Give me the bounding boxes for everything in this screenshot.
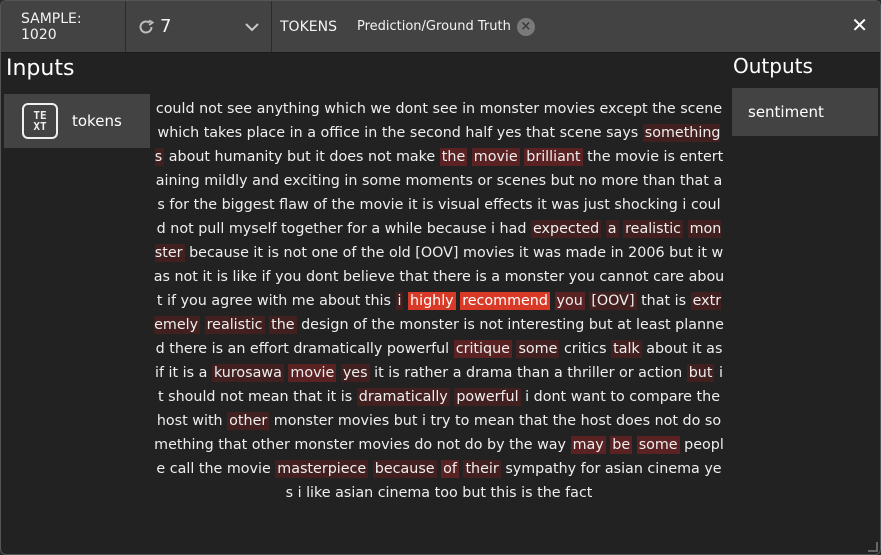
highlighted-token: because [372,460,437,478]
highlighted-token: some [516,340,560,358]
close-icon[interactable]: ✕ [851,15,868,35]
highlighted-token: talk [611,340,642,358]
highlighted-token: critique [453,340,512,358]
highlighted-token: expected [531,220,602,238]
highlighted-token: highly [408,292,456,310]
highlighted-token: may [570,436,606,454]
highlighted-token: recommend [460,292,550,310]
highlighted-token: kurosawa [211,364,284,382]
token-run: that is [636,293,691,309]
chip-label: Prediction/Ground Truth [356,19,511,34]
highlighted-token: yes [340,364,370,382]
sample-indicator: SAMPLE: 1020 [1,1,126,52]
chevron-down-icon [245,22,259,31]
highlighted-token: the [269,316,297,334]
chip-remove-icon[interactable]: × [516,17,535,36]
highlighted-token: but [686,364,715,382]
input-item-label: tokens [72,112,122,130]
highlighted-token: some [636,436,680,454]
highlighted-token: a [605,220,619,238]
highlighted-token: be [610,436,633,454]
token-run [683,221,688,237]
prediction-chip[interactable]: Prediction/Ground Truth × [356,17,535,36]
inputs-title: Inputs [6,56,75,81]
highlighted-token: powerful [454,388,521,406]
highlighted-token: realistic [623,220,684,238]
highlighted-token: movie [288,364,337,382]
tokens-header: TOKENS Prediction/Ground Truth × [272,1,547,52]
token-run [200,317,205,333]
token-run [632,437,637,453]
token-run: it is rather a drama than a thriller or … [369,365,687,381]
token-text: could not see anything which we dont see… [153,97,725,505]
highlighted-token: realistic [204,316,265,334]
mode-select[interactable]: 7 [126,1,272,52]
token-run: could not see anything which we dont see… [155,101,723,141]
token-run: about humanity but it does not make [164,149,440,165]
tokens-label: TOKENS [280,18,337,35]
highlighted-token: brilliant [524,148,583,166]
highlighted-token: the [439,148,468,166]
sample-label: SAMPLE: 1020 [21,10,82,43]
highlighted-token: of [441,460,459,478]
highlighted-token: masterpiece [275,460,369,478]
mode-value: 7 [160,16,172,37]
highlighted-token: their [463,460,501,478]
output-item-label: sentiment [748,103,824,121]
lit-tokens-panel: SAMPLE: 1020 7 TOKENS Prediction/Ground … [0,0,881,555]
highlighted-token: other [227,412,270,430]
refresh-icon [139,19,155,33]
highlighted-token: you [554,292,585,310]
panel-toolbar: SAMPLE: 1020 7 TOKENS Prediction/Ground … [1,1,880,53]
token-run: critics [559,341,612,357]
resize-handle[interactable] [868,542,878,552]
highlighted-token: movie [471,148,520,166]
outputs-title: Outputs [733,54,813,78]
output-item-sentiment[interactable]: sentiment [732,88,878,136]
token-run [550,293,555,309]
text-icon: TE XT [22,103,58,139]
input-item-tokens[interactable]: TE XT tokens [4,94,150,148]
highlighted-token: dramatically [356,388,450,406]
highlighted-token: [OOV] [589,292,637,310]
